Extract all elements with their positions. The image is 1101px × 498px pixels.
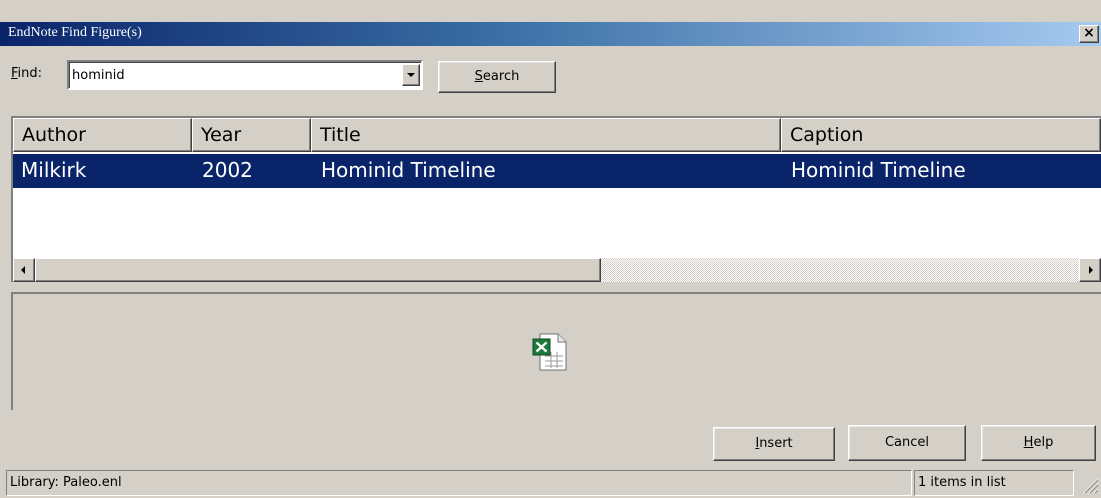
find-dropdown-button[interactable] <box>402 64 420 86</box>
insert-button[interactable]: Insert <box>713 427 835 461</box>
table-row[interactable]: Milkirk 2002 Hominid Timeline Hominid Ti… <box>13 154 1101 188</box>
title-bar: EndNote Find Figure(s) × <box>0 22 1101 46</box>
status-bar: Library: Paleo.enl 1 items in list <box>0 470 1101 498</box>
resize-grip-icon[interactable] <box>1081 476 1099 494</box>
close-button[interactable]: × <box>1079 25 1099 43</box>
excel-file-icon <box>532 333 567 371</box>
find-input[interactable] <box>72 65 392 85</box>
cell-year: 2002 <box>202 158 253 182</box>
arrow-right-icon <box>1089 266 1093 274</box>
figure-preview-pane <box>11 292 1101 410</box>
column-header-author[interactable]: Author <box>13 118 192 152</box>
cancel-button[interactable]: Cancel <box>848 425 966 461</box>
arrow-left-icon <box>21 266 25 274</box>
window-title: EndNote Find Figure(s) <box>8 25 142 40</box>
status-item-count: 1 items in list <box>914 470 1074 496</box>
status-library: Library: Paleo.enl <box>6 470 912 496</box>
scroll-left-button[interactable] <box>13 258 35 282</box>
results-list[interactable]: Author Year Title Caption Milkirk 2002 H… <box>11 116 1101 282</box>
column-header-caption[interactable]: Caption <box>781 118 1101 152</box>
horizontal-scrollbar[interactable] <box>13 258 1101 282</box>
column-header-title[interactable]: Title <box>311 118 781 152</box>
close-icon: × <box>1083 25 1095 41</box>
scroll-right-button[interactable] <box>1079 258 1101 282</box>
cell-author: Milkirk <box>21 158 87 182</box>
column-header-year[interactable]: Year <box>192 118 311 152</box>
find-combobox[interactable] <box>67 60 423 90</box>
cell-title: Hominid Timeline <box>321 158 496 182</box>
find-label: Find: <box>11 66 43 81</box>
search-button[interactable]: Search <box>438 61 556 93</box>
cell-caption: Hominid Timeline <box>791 158 966 182</box>
help-button[interactable]: Help <box>981 425 1096 461</box>
scroll-thumb[interactable] <box>35 258 601 282</box>
chevron-down-icon <box>407 73 415 77</box>
